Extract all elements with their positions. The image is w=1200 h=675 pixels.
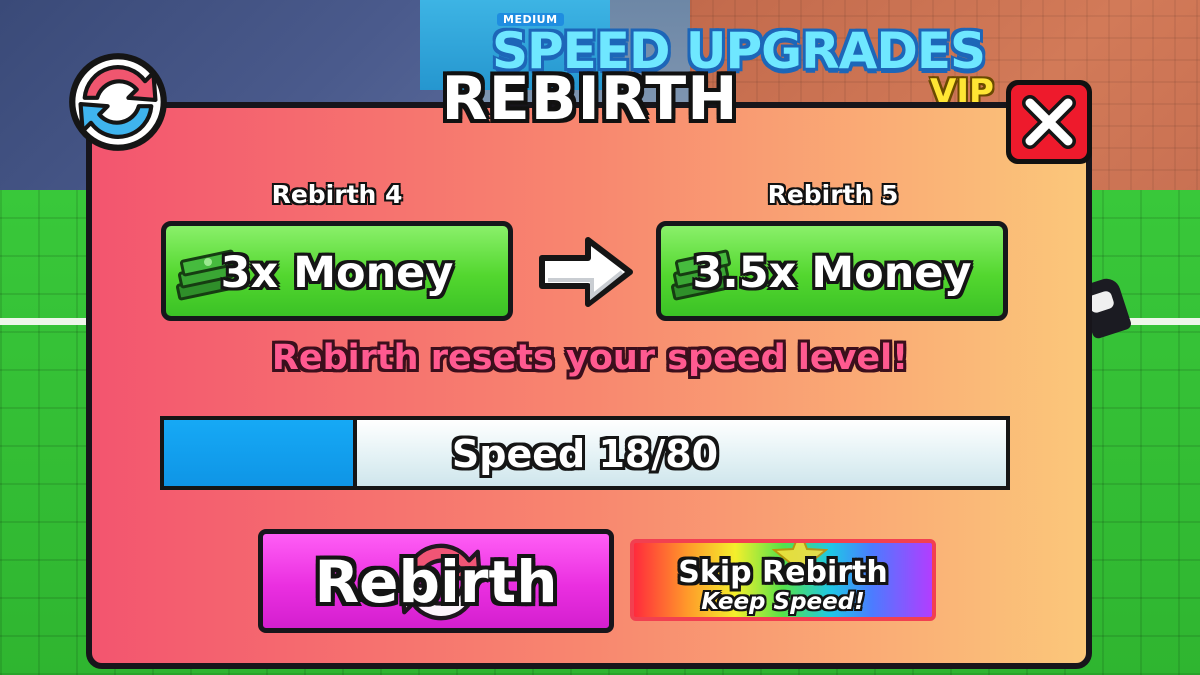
skip-rebirth-button[interactable]: Skip Rebirth Keep Speed! (630, 539, 936, 621)
speed-progress-bar: Speed 18/80 (160, 416, 1010, 490)
skip-rebirth-label: Skip Rebirth (678, 555, 888, 590)
rebirth-button[interactable]: Rebirth (258, 529, 614, 633)
close-button[interactable] (1006, 80, 1092, 164)
arrow-right-icon (539, 237, 633, 307)
current-reward-card: 3x Money (161, 221, 513, 321)
keep-speed-label: Keep Speed! (701, 589, 865, 615)
close-icon (1022, 95, 1076, 149)
next-rebirth-label: Rebirth 5 (767, 180, 899, 209)
rebirth-button-label: Rebirth (314, 548, 558, 616)
current-rebirth-label: Rebirth 4 (271, 180, 403, 209)
close-button-face (1011, 85, 1087, 159)
current-reward-text: 3x Money (220, 248, 454, 298)
speed-progress-text: Speed 18/80 (451, 432, 719, 476)
next-reward-text: 3.5x Money (692, 248, 972, 298)
next-reward-card: 3.5x Money (656, 221, 1008, 321)
dialog-title: REBIRTH (441, 64, 739, 134)
rebirth-icon (69, 53, 167, 151)
rebirth-warning: Rebirth resets your speed level! (271, 338, 909, 378)
